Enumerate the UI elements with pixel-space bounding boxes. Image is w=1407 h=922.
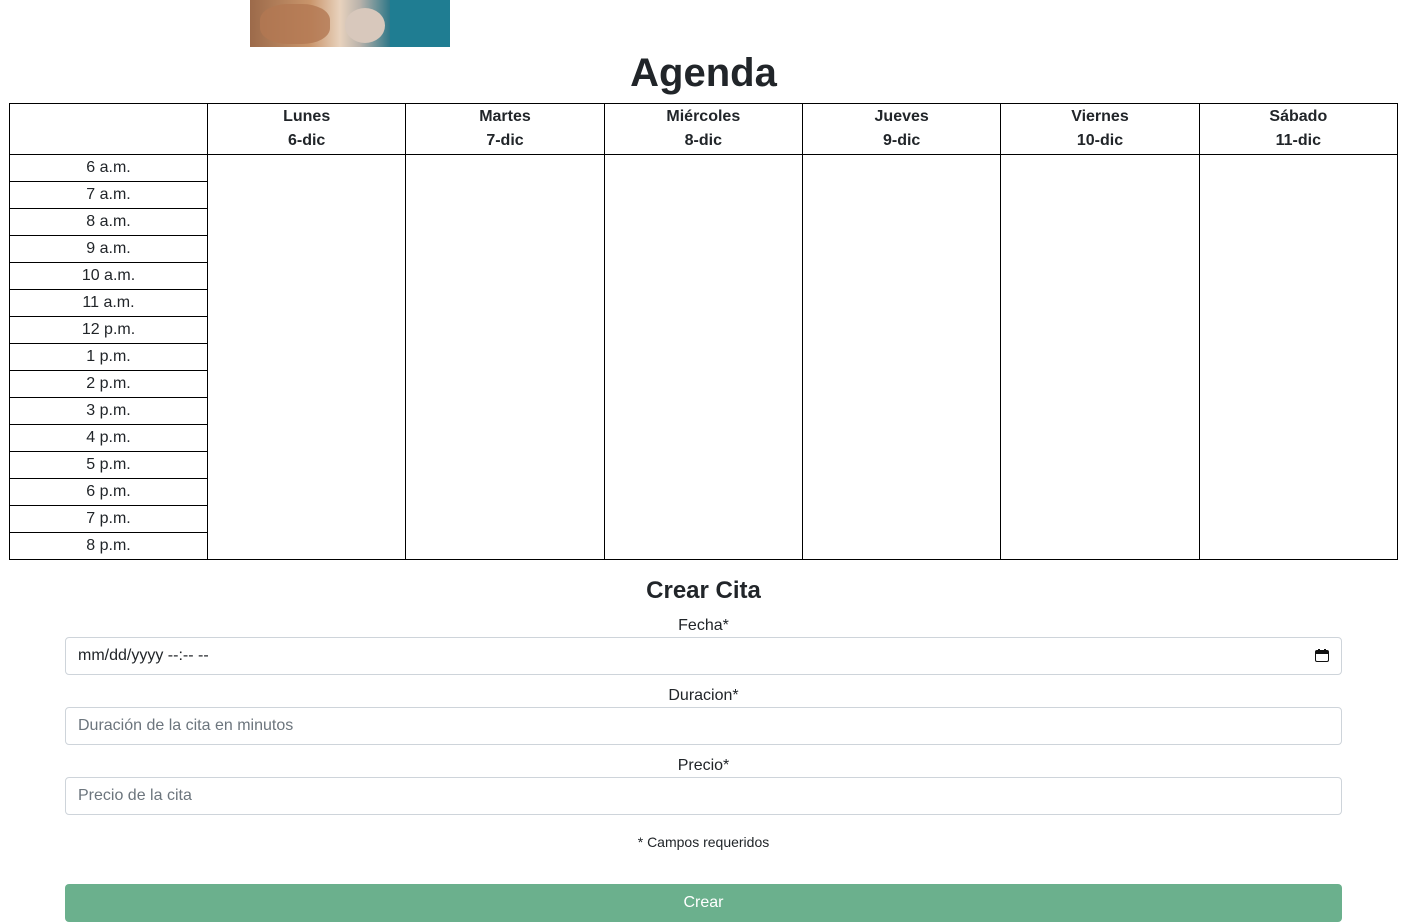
- day-column-3[interactable]: [801, 154, 1002, 560]
- hour-label: 6 a.m.: [9, 154, 208, 182]
- hand-shape: [345, 8, 385, 43]
- hour-label: 12 p.m.: [9, 316, 208, 344]
- dog-fur-shape: [260, 4, 330, 44]
- hour-label: 9 a.m.: [9, 235, 208, 263]
- hour-label: 7 p.m.: [9, 505, 208, 533]
- hour-row: 6 a.m.: [9, 154, 1399, 560]
- hour-label: 1 p.m.: [9, 343, 208, 371]
- precio-label: Precio*: [677, 757, 730, 774]
- agenda-body: 6 a.m. 7 a.m. 8 a.m. 9 a.m. 10 a.m. 11 a.m. 12…: [9, 154, 1399, 560]
- page-title: Agenda: [630, 51, 777, 95]
- duracion-input[interactable]: [65, 707, 1342, 745]
- day-date: 8-dic: [684, 132, 722, 149]
- day-column-2[interactable]: [603, 154, 803, 560]
- day-name: Miércoles: [666, 108, 741, 125]
- day-date: 11-dic: [1275, 132, 1321, 149]
- day-column-4[interactable]: [1000, 154, 1200, 560]
- hour-label: 11 a.m.: [9, 289, 208, 317]
- fecha-label: Fecha*: [678, 617, 729, 634]
- hour-label: 8 p.m.: [9, 532, 208, 560]
- calendar-icon[interactable]: [1315, 649, 1329, 663]
- banner-image: [250, 0, 450, 47]
- day-date: 6-dic: [287, 132, 326, 149]
- day-header-0: Lunes 6-dic: [206, 103, 407, 155]
- day-header-4: Viernes 10-dic: [1000, 103, 1200, 155]
- day-header-3: Jueves 9-dic: [801, 103, 1002, 155]
- hour-label: 7 a.m.: [9, 181, 208, 209]
- vet-sleeve-shape: [390, 0, 450, 47]
- precio-input[interactable]: [65, 777, 1342, 815]
- day-date: 10-dic: [1076, 132, 1124, 149]
- day-column-5[interactable]: [1198, 154, 1399, 560]
- day-header-1: Martes 7-dic: [405, 103, 605, 155]
- fecha-value: mm/dd/yyyy --:-- --: [78, 647, 209, 664]
- hour-label: 5 p.m.: [9, 451, 208, 479]
- day-header-5: Sábado 11-dic: [1198, 103, 1399, 155]
- hour-label: 8 a.m.: [9, 208, 208, 236]
- hour-label: 6 p.m.: [9, 478, 208, 506]
- day-date: 7-dic: [486, 132, 524, 149]
- day-name: Viernes: [1071, 108, 1129, 125]
- day-name: Jueves: [874, 108, 929, 125]
- required-fields-note: * Campos requeridos: [637, 834, 770, 850]
- day-name: Martes: [479, 108, 531, 125]
- hour-label: 3 p.m.: [9, 397, 208, 425]
- form-title: Crear Cita: [646, 577, 761, 604]
- agenda-corner-cell: [9, 103, 208, 155]
- duracion-label: Duracion*: [668, 687, 739, 704]
- create-button[interactable]: Crear: [65, 884, 1342, 922]
- agenda-table: Lunes 6-dic Martes 7-dic Miércoles 8-dic Jueve…: [9, 103, 1399, 560]
- hour-label: 4 p.m.: [9, 424, 208, 452]
- day-column-1[interactable]: [405, 154, 605, 560]
- hour-label: 10 a.m.: [9, 262, 208, 290]
- day-column-0[interactable]: [206, 154, 407, 560]
- day-date: 9-dic: [882, 132, 921, 149]
- fecha-input[interactable]: mm/dd/yyyy --:-- --: [65, 637, 1342, 675]
- day-name: Sábado: [1269, 108, 1328, 125]
- day-name: Lunes: [283, 108, 331, 125]
- day-header-2: Miércoles 8-dic: [603, 103, 803, 155]
- agenda-header-row: Lunes 6-dic Martes 7-dic Miércoles 8-dic Jueve…: [9, 103, 1399, 155]
- hour-label: 2 p.m.: [9, 370, 208, 398]
